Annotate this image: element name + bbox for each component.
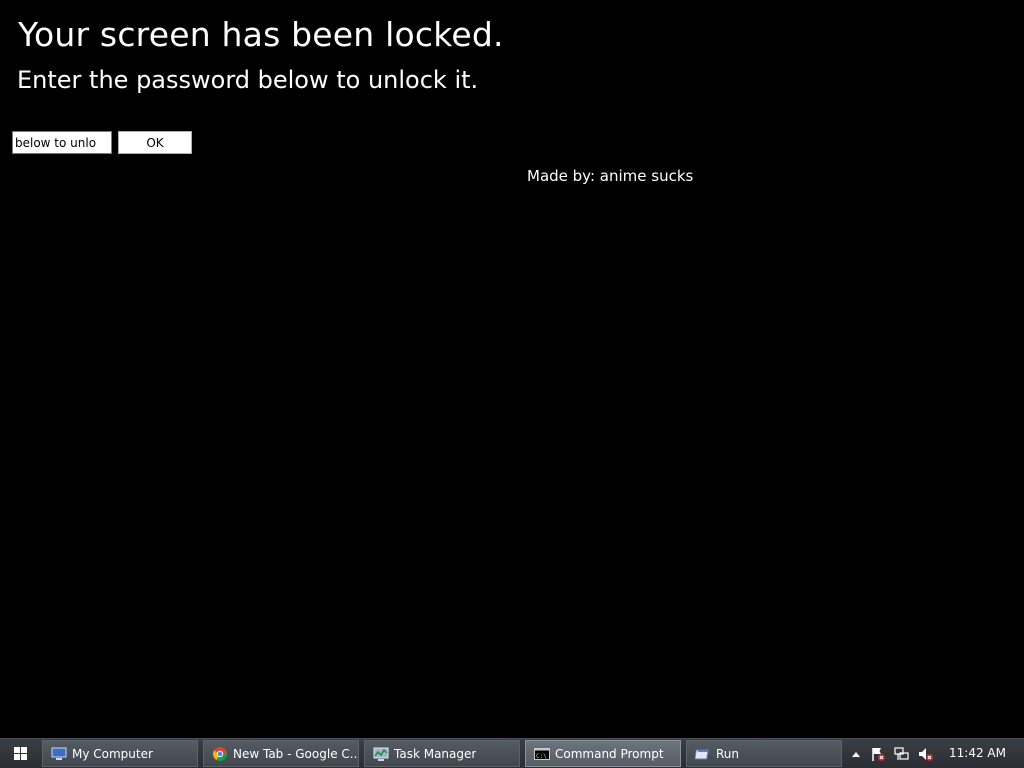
windows-logo-icon [13,747,27,760]
taskbar-item-label: Command Prompt [555,746,664,761]
taskbar: My Computer New Tab - Google C... Task M… [0,738,1024,768]
run-icon [694,746,711,762]
taskbar-item-chrome[interactable]: New Tab - Google C... [203,740,359,767]
taskbar-item-my-computer[interactable]: My Computer [42,740,198,767]
taskbar-item-label: Run [716,746,740,761]
lock-subtitle: Enter the password below to unlock it. [17,66,479,94]
system-tray: 11:42 AM [844,739,1024,768]
action-center-flag-icon[interactable] [870,746,886,762]
lock-screen: Your screen has been locked. Enter the p… [0,0,1024,768]
taskbar-item-label: Task Manager [394,746,477,761]
password-input[interactable] [12,131,112,154]
taskbar-item-run[interactable]: Run [686,740,842,767]
task-manager-icon [373,746,389,762]
command-prompt-icon: C:\ [534,746,550,762]
taskbar-item-command-prompt[interactable]: C:\ Command Prompt [525,740,681,767]
network-icon[interactable] [894,746,910,762]
computer-icon [51,746,67,762]
start-button[interactable] [0,739,40,768]
show-hidden-icons-arrow[interactable] [848,746,864,762]
taskbar-item-label: New Tab - Google C... [233,746,358,761]
volume-muted-icon[interactable] [918,746,934,762]
ok-button[interactable]: OK [118,131,192,154]
chrome-icon [212,746,228,762]
taskbar-item-label: My Computer [72,746,153,761]
svg-text:C:\: C:\ [536,753,547,760]
lock-title: Your screen has been locked. [18,15,504,54]
taskbar-item-task-manager[interactable]: Task Manager [364,740,520,767]
credit-text: Made by: anime sucks [527,167,694,185]
taskbar-clock[interactable]: 11:42 AM [949,739,1006,768]
